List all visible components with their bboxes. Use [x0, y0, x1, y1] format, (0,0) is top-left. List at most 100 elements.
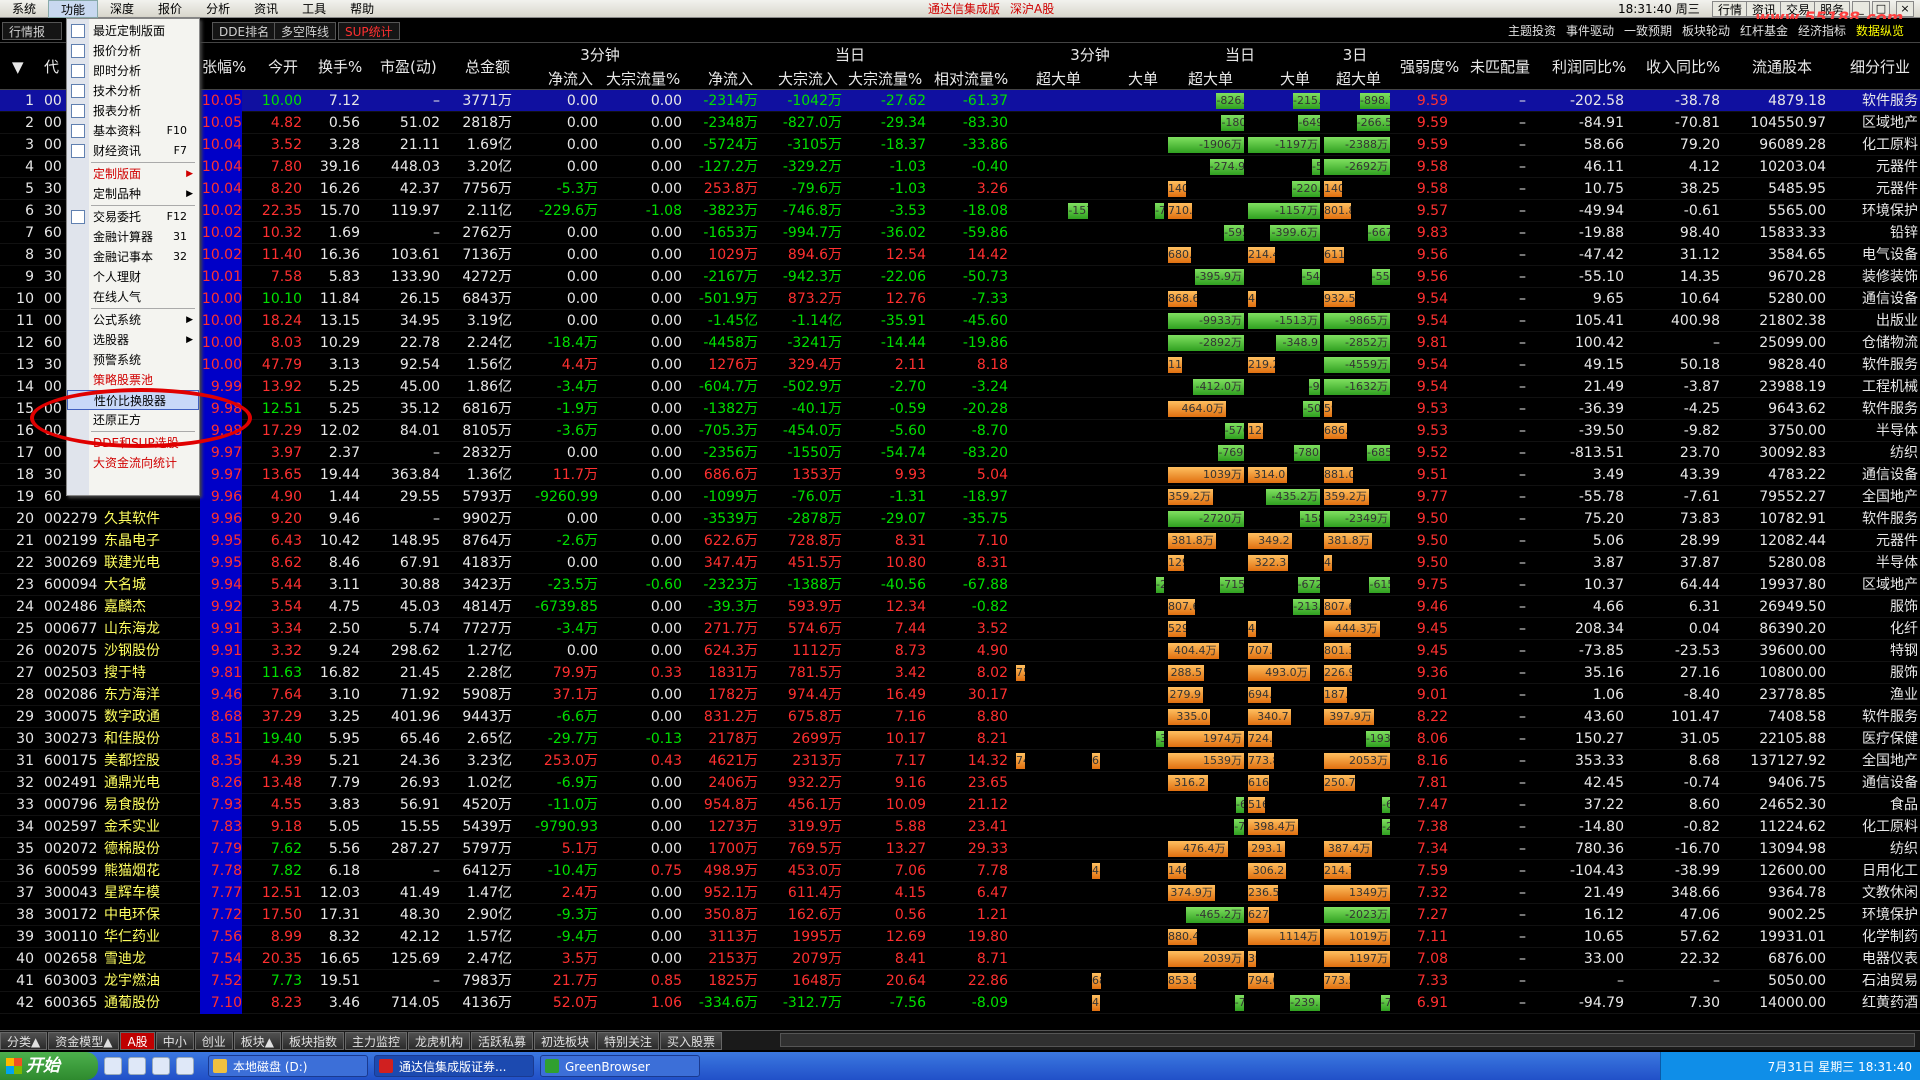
table-row[interactable]: 2 00 10.05 4.82 0.56 51.02 2818万 0.00 0.00 -2348万…	[0, 112, 1920, 134]
btn-quote[interactable]: 行情	[1712, 1, 1749, 17]
table-row[interactable]: 34 002597 金禾实业 7.83 9.18 5.05 15.55 5439万 -9790.…	[0, 816, 1920, 838]
media-icon[interactable]	[176, 1057, 194, 1075]
header-net-in-day[interactable]: 净流入	[708, 68, 753, 89]
header-unmatched[interactable]: 未匹配量	[1470, 56, 1530, 77]
table-row[interactable]: 38 300172 中电环保 7.72 17.50 17.31 48.30 2.90亿 -9.3…	[0, 904, 1920, 926]
menu-info[interactable]: 资讯	[242, 0, 290, 18]
header-block-flow-day[interactable]: 大宗流量%	[848, 68, 922, 89]
table-row[interactable]: 42 600365 通葡股份 7.10 8.23 3.46 714.05 4136万 52.0万…	[0, 992, 1920, 1014]
bottom-tab[interactable]: 龙虎机构	[407, 1031, 470, 1050]
header-industry[interactable]: 细分行业	[1850, 56, 1910, 77]
menu-item[interactable]: 报价分析	[67, 41, 199, 61]
menu-depth[interactable]: 深度	[98, 0, 146, 18]
bottom-tab[interactable]: 买入股票	[660, 1031, 723, 1050]
bottom-tab[interactable]: 中小	[155, 1031, 194, 1050]
menu-item[interactable]: 选股器 ▶	[67, 330, 199, 350]
menu-item[interactable]: 金融记事本 32	[67, 247, 199, 267]
menu-quote[interactable]: 报价	[146, 0, 194, 18]
header-super-day[interactable]: 超大单	[1188, 68, 1233, 89]
header-strength[interactable]: 强弱度%	[1400, 56, 1459, 77]
header-turnover[interactable]: 换手%	[318, 56, 362, 77]
table-row[interactable]: 17 00 9.97 3.97 2.37–2832万 0.00 0.00 -2356万 -155…	[0, 442, 1920, 464]
header-big-3m[interactable]: 大单	[1128, 68, 1158, 89]
menu-item[interactable]: 最近定制版面	[67, 21, 199, 41]
table-row[interactable]: 37 300043 星辉车模 7.77 12.51 12.03 41.49 1.47亿 2.4万…	[0, 882, 1920, 904]
menu-item[interactable]: 报表分析	[67, 101, 199, 121]
menu-tools[interactable]: 工具	[290, 0, 338, 18]
header-super-3d[interactable]: 超大单	[1336, 68, 1381, 89]
bottom-tab[interactable]: A股	[120, 1031, 155, 1050]
tab-quotes[interactable]: 行情报价	[2, 22, 62, 57]
table-row[interactable]: 16 00 9.98 17.29 12.02 84.01 8105万 -3.6万 0.00 -70…	[0, 420, 1920, 442]
table-row[interactable]: 19 60 9.96 4.90 1.44 29.55 5793万 -9260.99 0.00 -1…	[0, 486, 1920, 508]
link-econ[interactable]: 经济指标	[1798, 22, 1846, 40]
menu-help[interactable]: 帮助	[338, 0, 386, 18]
table-row[interactable]: 36 600599 熊猫烟花 7.78 7.82 6.18 – 6412万 -10.4万 0.75…	[0, 860, 1920, 882]
header-big-day[interactable]: 大单	[1280, 68, 1310, 89]
menu-item[interactable]: 预警系统	[67, 350, 199, 370]
table-row[interactable]: 23 600094 大名城 9.94 5.44 3.11 30.88 3423万 -23.5万 -…	[0, 574, 1920, 596]
bottom-tab[interactable]: 板块▲	[233, 1031, 281, 1050]
start-button[interactable]: 开始	[0, 1052, 98, 1080]
table-row[interactable]: 13 30 10.00 47.79 3.13 92.54 1.56亿 4.4万 0.00 1276…	[0, 354, 1920, 376]
bottom-tab[interactable]: 资金模型▲	[48, 1031, 120, 1050]
table-row[interactable]: 5 30 10.04 8.20 16.26 42.37 7756万 -5.3万 0.00 253.…	[0, 178, 1920, 200]
menu-item[interactable]: 公式系统 ▶	[67, 310, 199, 330]
table-row[interactable]: 26 002075 沙钢股份 9.91 3.32 9.24 298.62 1.27亿 0.00 0…	[0, 640, 1920, 662]
table-row[interactable]: 10 00 10.00 10.10 11.84 26.15 6843万 0.00 0.00 -50…	[0, 288, 1920, 310]
bottom-tab[interactable]: 板块指数	[281, 1031, 344, 1050]
table-row[interactable]: 25 000677 山东海龙 9.91 3.34 2.50 5.74 7727万 -3.4万 0.…	[0, 618, 1920, 640]
table-row[interactable]: 11 00 10.00 18.24 13.15 34.95 3.19亿 0.00 0.00 -1.…	[0, 310, 1920, 332]
table-row[interactable]: 24 002486 嘉麟杰 9.92 3.54 4.75 45.03 4814万 -6739.8…	[0, 596, 1920, 618]
bottom-tab[interactable]: 分类▲	[0, 1031, 48, 1050]
menu-item[interactable]: 在线人气	[67, 287, 199, 307]
table-row[interactable]: 30 300273 和佳股份 8.51 19.40 5.95 65.46 2.65亿 -29.7…	[0, 728, 1920, 750]
header-income-yoy[interactable]: 收入同比%	[1646, 56, 1720, 77]
desktop-icon[interactable]	[104, 1057, 122, 1075]
table-row[interactable]: 40 002658 雪迪龙 7.54 20.35 16.65 125.69 2.47亿 3.5万…	[0, 948, 1920, 970]
table-row[interactable]: 27 002503 搜于特 9.81 11.63 16.82 21.45 2.28亿 79.9万…	[0, 662, 1920, 684]
header-block-in[interactable]: 大宗流入	[778, 68, 838, 89]
table-row[interactable]: 7 60 10.02 10.32 1.69–2762万 0.00 0.00 -1653万 -99…	[0, 222, 1920, 244]
menu-system[interactable]: 系统	[0, 0, 48, 18]
link-sector-rotation[interactable]: 板块轮动	[1682, 22, 1730, 40]
header-change[interactable]: 张幅%	[202, 56, 246, 77]
bottom-tab[interactable]: 主力监控	[344, 1031, 407, 1050]
menu-item[interactable]: 策略股票池	[67, 370, 199, 390]
menu-item[interactable]: 即时分析	[67, 61, 199, 81]
table-row[interactable]: 22 300269 联建光电 9.95 8.62 8.46 67.91 4183万 0.00 0.…	[0, 552, 1920, 574]
table-row[interactable]: 29 300075 数字政通 8.68 37.29 3.25 401.96 9443万 -6.6…	[0, 706, 1920, 728]
table-row[interactable]: 21 002199 东晶电子 9.95 6.43 10.42 148.95 8764万 -2.6…	[0, 530, 1920, 552]
menu-item[interactable]: 定制版面 ▶	[67, 164, 199, 184]
header-super-3m[interactable]: 超大单	[1036, 68, 1081, 89]
tab-dde-rank[interactable]: DDE排名	[212, 22, 277, 40]
link-event[interactable]: 事件驱动	[1566, 22, 1614, 40]
table-row[interactable]: 12 60 10.00 8.03 10.29 22.78 2.24亿 -18.4万 0.00 -4…	[0, 332, 1920, 354]
bottom-tab[interactable]: 初选板块	[534, 1031, 597, 1050]
menu-item[interactable]: 基本资料 F10	[67, 121, 199, 141]
table-row[interactable]: 15 00 9.98 12.51 5.25 35.12 6816万 -1.9万 0.00 -138…	[0, 398, 1920, 420]
header-float[interactable]: 流通股本	[1752, 56, 1812, 77]
tab-sup-stats[interactable]: SUP统计	[338, 22, 400, 40]
table-row[interactable]: 31 600175 美都控股 8.35 4.39 5.21 24.36 3.23亿 253.0万…	[0, 750, 1920, 772]
menu-item[interactable]: 个人理财	[67, 267, 199, 287]
header-open[interactable]: 今开	[268, 56, 298, 77]
table-row[interactable]: 39 300110 华仁药业 7.56 8.99 8.32 42.12 1.57亿 -9.4万 0…	[0, 926, 1920, 948]
table-row[interactable]: 35 002072 德棉股份 7.79 7.62 5.56 287.27 5797万 5.1万 0…	[0, 838, 1920, 860]
header-profit-yoy[interactable]: 利润同比%	[1552, 56, 1626, 77]
link-fund[interactable]: 红杆基金	[1740, 22, 1788, 40]
bottom-tab[interactable]: 创业	[194, 1031, 233, 1050]
table-row[interactable]: 4 00 10.04 7.80 39.16 448.03 3.20亿 0.00 0.00 -127…	[0, 156, 1920, 178]
table-row[interactable]: 9 30 10.01 7.58 5.83 133.90 4272万 0.00 0.00 -2167…	[0, 266, 1920, 288]
table-row[interactable]: 33 000796 易食股份 7.93 4.55 3.83 56.91 4520万 -11.0万…	[0, 794, 1920, 816]
table-row[interactable]: 1 00 10.05 10.00 7.12–3771万 0.00 0.00 -2314万 -10…	[0, 90, 1920, 112]
table-row[interactable]: 6 30 10.02 22.35 15.70 119.97 2.11亿 -229.6万 -1.0…	[0, 200, 1920, 222]
link-theme[interactable]: 主题投资	[1508, 22, 1556, 40]
table-row[interactable]: 8 30 10.02 11.40 16.36 103.61 7136万 0.00 0.00 102…	[0, 244, 1920, 266]
table-row[interactable]: 41 603003 龙宇燃油 7.52 7.73 19.51 – 7983万 21.7万 0.85…	[0, 970, 1920, 992]
tab-longshort[interactable]: 多空阵线	[274, 22, 337, 40]
link-consensus[interactable]: 一致预期	[1624, 22, 1672, 40]
explorer-icon[interactable]	[152, 1057, 170, 1075]
menu-item[interactable]: 交易委托 F12	[67, 207, 199, 227]
table-row[interactable]: 14 00 9.99 13.92 5.25 45.00 1.86亿 -3.4万 0.00 -604…	[0, 376, 1920, 398]
